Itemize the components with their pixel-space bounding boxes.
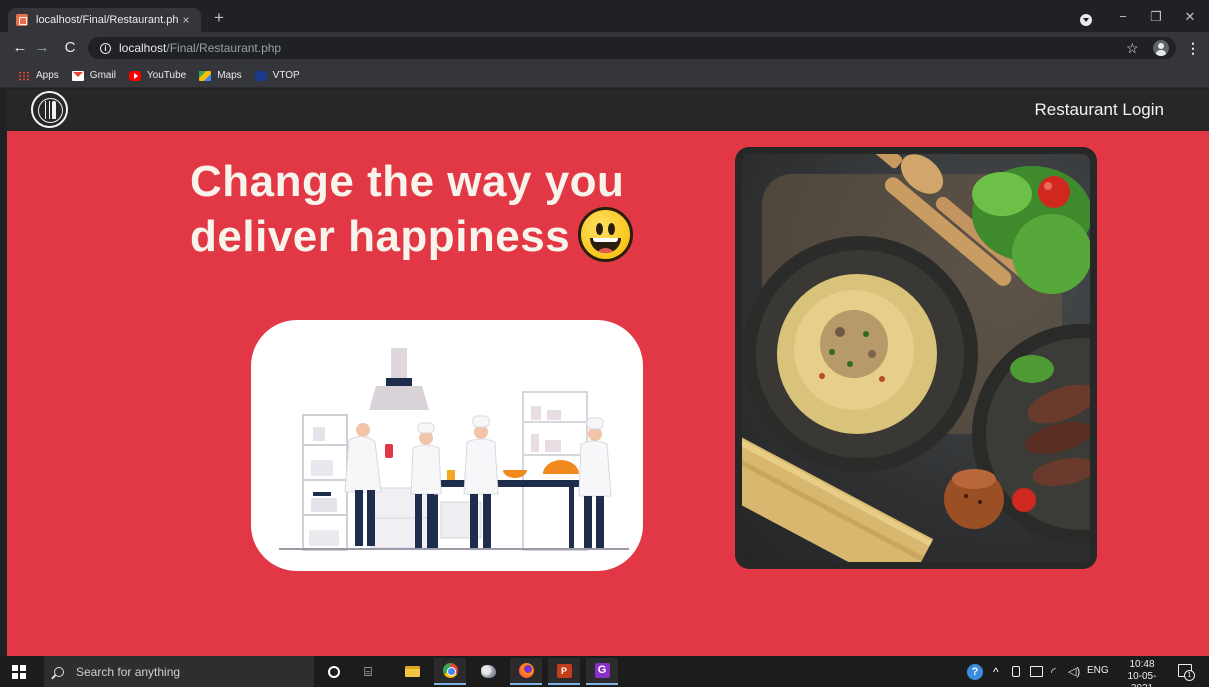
restaurant-logo-icon[interactable] bbox=[31, 91, 68, 128]
tab-title: localhost/Final/Restaurant.php bbox=[36, 14, 179, 26]
headline-line-2-text: deliver happiness bbox=[190, 212, 571, 261]
taskbar-powerpoint[interactable]: P bbox=[548, 658, 580, 685]
taskbar-chrome[interactable] bbox=[434, 658, 466, 685]
bookmark-maps[interactable]: Maps bbox=[199, 70, 242, 81]
headline-line-1: Change the way you bbox=[190, 157, 625, 206]
taskbar-file-explorer[interactable] bbox=[396, 658, 428, 685]
bookmark-vtop[interactable]: VTOP bbox=[254, 70, 300, 81]
vtop-icon bbox=[254, 70, 267, 81]
search-placeholder: Search for anything bbox=[76, 664, 181, 679]
site-navbar: Restaurant Login bbox=[7, 89, 1209, 131]
tab-favicon-icon bbox=[16, 14, 28, 26]
gmail-icon bbox=[71, 70, 84, 81]
knife-icon bbox=[52, 101, 56, 119]
bookmark-label: YouTube bbox=[146, 70, 187, 81]
hero-headline: Change the way you deliver happiness bbox=[190, 156, 720, 262]
search-icon bbox=[54, 666, 64, 677]
window-restore-button[interactable]: ❐ bbox=[1144, 8, 1168, 26]
grinning-face-emoji-icon bbox=[578, 207, 634, 262]
firefox-icon bbox=[518, 663, 534, 678]
url-path: /Final/Restaurant.php bbox=[166, 41, 282, 55]
clock-time: 10:48 bbox=[1129, 659, 1155, 670]
folder-icon bbox=[404, 666, 420, 677]
chrome-icon bbox=[442, 663, 458, 678]
restaurant-page: Restaurant Login Change the way you deli… bbox=[7, 89, 1209, 656]
pasta-salad-photo bbox=[742, 154, 1090, 562]
headline-line-2: deliver happiness bbox=[190, 207, 720, 262]
fork-icon bbox=[45, 101, 50, 119]
maps-icon bbox=[199, 70, 212, 81]
cortana-button[interactable] bbox=[318, 658, 350, 685]
account-avatar-icon[interactable] bbox=[1153, 40, 1169, 56]
address-bar[interactable]: i localhost /Final/Restaurant.php bbox=[88, 37, 1176, 59]
windows-start-icon[interactable] bbox=[12, 665, 26, 679]
browser-toolbar: ← → C i localhost /Final/Restaurant.php … bbox=[0, 32, 1209, 64]
youtube-icon bbox=[128, 70, 141, 81]
system-clock[interactable]: 10:48 10-05-2021 bbox=[1117, 659, 1167, 687]
clock-date: 10-05-2021 bbox=[1127, 671, 1157, 687]
tab-close-icon[interactable]: × bbox=[179, 13, 193, 27]
task-view-button[interactable]: ⌸ bbox=[352, 658, 384, 685]
bookmarks-bar: Apps Gmail YouTube Maps VTOP bbox=[0, 64, 1209, 88]
battery-icon[interactable] bbox=[1030, 666, 1043, 677]
input-language[interactable]: ENG bbox=[1087, 665, 1109, 676]
powerpoint-icon: P bbox=[556, 663, 572, 678]
wifi-icon[interactable]: ◜ bbox=[1051, 664, 1056, 679]
back-arrow-icon[interactable]: ← bbox=[10, 38, 30, 58]
bookmark-youtube[interactable]: YouTube bbox=[128, 70, 187, 81]
volume-icon[interactable]: ◁) bbox=[1068, 664, 1080, 678]
bookmark-label: VTOP bbox=[272, 70, 300, 81]
bookmark-label: Maps bbox=[217, 70, 242, 81]
bookmark-gmail[interactable]: Gmail bbox=[71, 70, 116, 81]
tray-overflow-chevron-icon[interactable]: ^ bbox=[993, 664, 999, 680]
food-photo-frame bbox=[735, 147, 1097, 569]
app-icon bbox=[480, 665, 496, 678]
pasta-dish-illustration bbox=[742, 154, 1090, 562]
tray-device-icon[interactable] bbox=[1012, 666, 1020, 677]
kitchen-illustration bbox=[251, 320, 643, 571]
browser-menu-icon[interactable]: ⋮ bbox=[1186, 38, 1200, 58]
windows-taskbar: Search for anything ⌸ P G ? ^ ◜ ◁) ENG 1… bbox=[0, 656, 1209, 687]
help-icon[interactable]: ? bbox=[967, 664, 983, 680]
cortana-circle-icon bbox=[328, 665, 340, 678]
apps-grid-icon bbox=[18, 70, 30, 81]
notification-count-badge: 1 bbox=[1184, 670, 1195, 681]
browser-tab[interactable]: localhost/Final/Restaurant.php × bbox=[8, 8, 201, 32]
site-info-icon[interactable]: i bbox=[100, 42, 111, 54]
bookmark-star-icon[interactable]: ☆ bbox=[1126, 37, 1139, 59]
reload-icon[interactable]: C bbox=[60, 38, 80, 58]
restaurant-login-link[interactable]: Restaurant Login bbox=[1035, 100, 1164, 120]
taskbar-firefox[interactable] bbox=[510, 658, 542, 685]
new-tab-button[interactable]: + bbox=[209, 8, 229, 28]
bookmark-label: Gmail bbox=[89, 70, 116, 81]
chefs-kitchen-illustration bbox=[279, 348, 629, 551]
url-host: localhost bbox=[119, 41, 167, 55]
taskbar-app-7[interactable]: G bbox=[586, 658, 618, 685]
browser-tab-strip: localhost/Final/Restaurant.php × + − ❐ ✕ bbox=[0, 0, 1209, 32]
window-minimize-button[interactable]: − bbox=[1111, 8, 1135, 26]
forward-arrow-icon[interactable]: → bbox=[32, 38, 52, 58]
window-close-button[interactable]: ✕ bbox=[1178, 8, 1202, 26]
bookmark-apps[interactable]: Apps bbox=[18, 70, 59, 81]
screen: localhost/Final/Restaurant.php × + − ❐ ✕… bbox=[0, 0, 1209, 687]
taskbar-search-box[interactable]: Search for anything bbox=[44, 656, 314, 687]
bookmark-label: Apps bbox=[36, 70, 59, 81]
tab-search-icon[interactable] bbox=[1080, 14, 1092, 26]
purple-app-icon: G bbox=[594, 663, 610, 678]
taskbar-app-3[interactable] bbox=[472, 658, 504, 685]
